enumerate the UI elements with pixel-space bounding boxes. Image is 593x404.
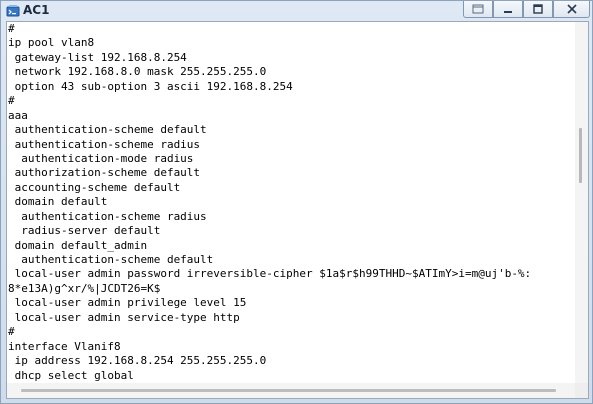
- close-icon: [566, 4, 577, 14]
- terminal-line: #: [8, 94, 15, 108]
- terminal-line: ip pool vlan8: [8, 36, 95, 50]
- terminal-line: authentication-mode radius: [8, 151, 194, 165]
- minimize-button[interactable]: [493, 1, 523, 18]
- maximize-icon: [533, 4, 543, 14]
- terminal-line: authorization-scheme default: [8, 166, 201, 180]
- terminal-line: authentication-scheme default: [8, 123, 207, 137]
- terminal-line: local-user admin service-type http: [8, 310, 240, 324]
- maximize-button[interactable]: [523, 1, 553, 18]
- horizontal-scrollbar[interactable]: [7, 383, 576, 398]
- terminal-client-area[interactable]: # ip pool vlan8 gateway-list 192.168.8.25…: [6, 21, 589, 399]
- terminal-line: authentication-scheme radius: [8, 137, 201, 151]
- terminal-line: authentication-scheme default: [8, 253, 214, 266]
- terminal-output[interactable]: # ip pool vlan8 gateway-list 192.168.8.25…: [7, 22, 577, 383]
- horizontal-scrollbar-thumb[interactable]: [21, 389, 556, 392]
- vertical-scrollbar[interactable]: [575, 22, 588, 383]
- scrollbar-corner: [575, 383, 588, 398]
- title-bar[interactable]: AC1: [1, 1, 592, 21]
- terminal-line: accounting-scheme default: [8, 180, 181, 194]
- terminal-line: local-user admin privilege level 15: [8, 296, 247, 310]
- tile-icon: [472, 4, 484, 14]
- close-button[interactable]: [553, 1, 590, 18]
- minimize-icon: [504, 11, 512, 13]
- terminal-line: gateway-list 192.168.8.254: [8, 50, 187, 64]
- terminal-line: radius-server default: [8, 224, 161, 238]
- terminal-line: option 43 sub-option 3 ascii 192.168.8.2…: [8, 79, 293, 93]
- terminal-line: domain default: [8, 195, 108, 209]
- terminal-line: authentication-scheme radius: [8, 209, 207, 223]
- terminal-line: local-user admin password irreversible-c…: [8, 267, 532, 281]
- terminal-line: #: [8, 22, 15, 35]
- terminal-line: ip address 192.168.8.254 255.255.255.0: [8, 354, 267, 368]
- vertical-scrollbar-thumb[interactable]: [579, 128, 582, 183]
- terminal-line: domain default_admin: [8, 238, 148, 252]
- terminal-line: 8*e13A)g^xr/%|JCDT26=K$: [8, 281, 161, 295]
- terminal-line: dhcp select global: [8, 368, 134, 382]
- app-icon: [6, 5, 20, 17]
- terminal-line: #: [8, 325, 15, 339]
- terminal-line: network 192.168.8.0 mask 255.255.255.0: [8, 65, 267, 79]
- terminal-line: interface Vlanif8: [8, 339, 121, 353]
- terminal-window: AC1 # ip pool vlan8 gateway-list 192.168…: [0, 0, 593, 404]
- terminal-line: aaa: [8, 108, 28, 122]
- window-title: AC1: [23, 3, 50, 17]
- restore-extra-button[interactable]: [463, 1, 493, 18]
